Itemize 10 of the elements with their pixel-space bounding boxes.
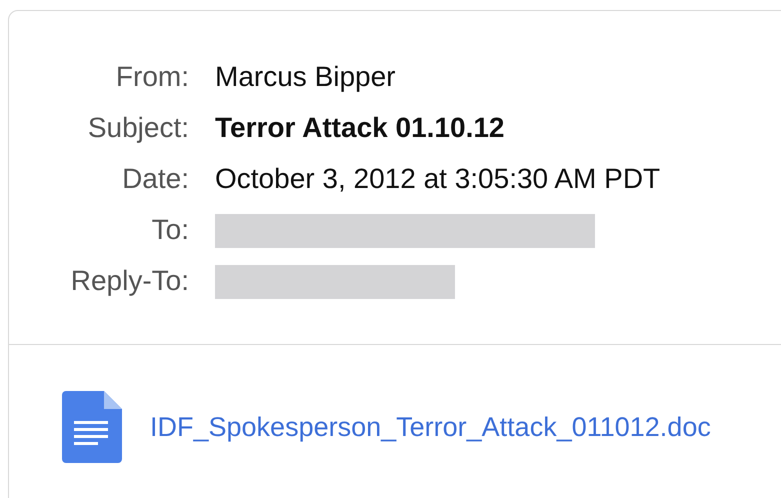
field-value: Marcus Bipper [215,60,397,94]
field-label: From: [114,60,189,94]
field-label: Date: [121,162,189,196]
field-label: Subject: [86,111,189,145]
attachment-link[interactable]: IDF_Spokesperson_Terror_Attack_011012.doc [150,412,711,442]
field-label: To: [150,213,189,247]
document-icon[interactable] [62,391,122,463]
field-value: October 3, 2012 at 3:05:30 AM PDT [215,162,662,196]
field-value: Terror Attack 01.10.12 [215,111,506,145]
field-label: Reply-To: [70,264,189,298]
